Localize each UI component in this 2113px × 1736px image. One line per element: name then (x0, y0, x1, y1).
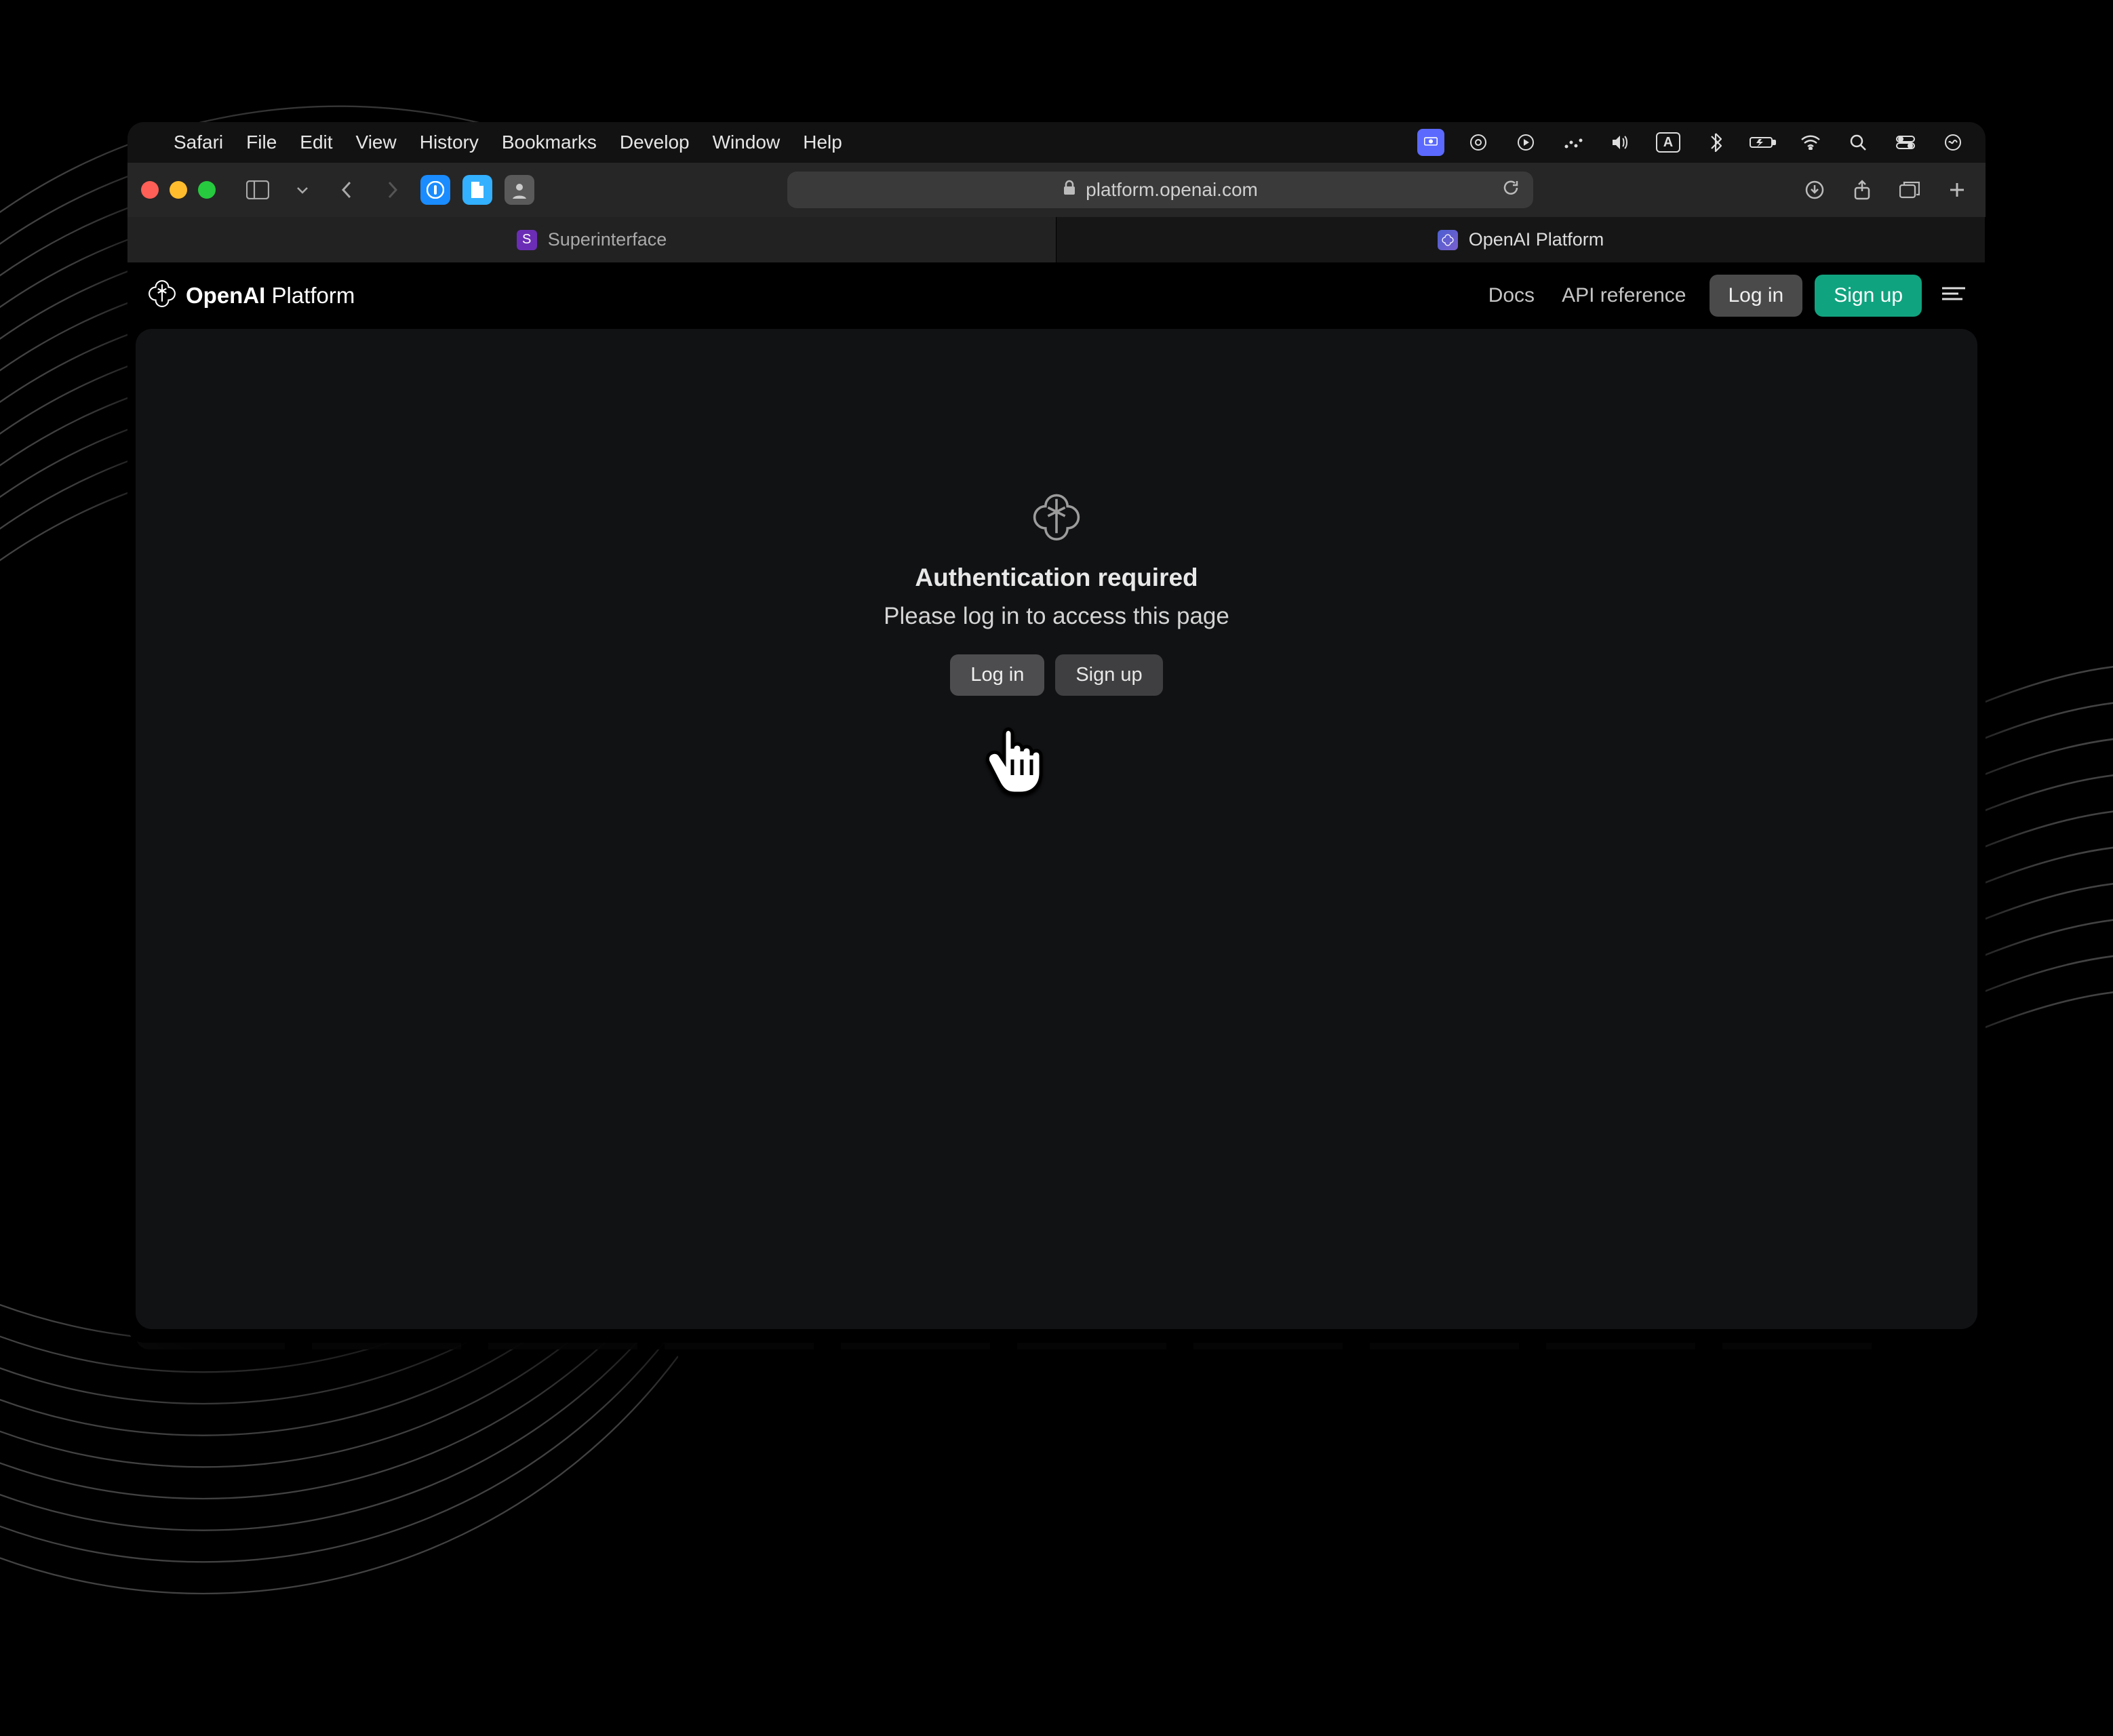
openai-logo-large-icon (1032, 492, 1081, 540)
extension-profile-icon[interactable] (505, 175, 534, 205)
window-controls (141, 181, 216, 199)
status-circle-icon[interactable] (1465, 129, 1492, 156)
lock-icon (1063, 180, 1076, 201)
downloads-icon[interactable] (1800, 175, 1830, 205)
sidebar-toggle-icon[interactable] (241, 174, 274, 206)
extension-1password-icon[interactable] (420, 175, 450, 205)
brand-logo[interactable]: OpenAI Platform (148, 279, 355, 313)
app-name-menu[interactable]: Safari (174, 132, 223, 153)
wifi-icon[interactable] (1797, 129, 1824, 156)
menu-bookmarks[interactable]: Bookmarks (502, 132, 597, 153)
display-arrangement-icon[interactable] (1560, 129, 1587, 156)
reload-icon[interactable] (1502, 179, 1520, 201)
new-tab-icon[interactable] (1942, 175, 1972, 205)
share-icon[interactable] (1847, 175, 1877, 205)
volume-icon[interactable] (1607, 129, 1634, 156)
tab-label: OpenAI Platform (1469, 229, 1604, 250)
close-window-button[interactable] (141, 181, 159, 199)
favicon-superinterface-icon: S (517, 230, 537, 250)
header-login-button[interactable]: Log in (1710, 275, 1803, 317)
tabs-overview-icon[interactable] (1895, 175, 1924, 205)
menu-window[interactable]: Window (713, 132, 781, 153)
tab-openai-platform[interactable]: OpenAI Platform (1056, 217, 1986, 262)
browser-toolbar: platform.openai.com (127, 163, 1986, 217)
auth-subtitle: Please log in to access this page (884, 603, 1229, 630)
header-signup-button[interactable]: Sign up (1815, 275, 1922, 317)
openai-logo-icon (148, 279, 176, 313)
hamburger-menu-icon[interactable] (1942, 285, 1965, 305)
back-button[interactable] (331, 174, 363, 206)
keyboard-input-icon[interactable]: A (1655, 129, 1682, 156)
menu-file[interactable]: File (246, 132, 277, 153)
maximize-window-button[interactable] (198, 181, 216, 199)
nav-api-reference[interactable]: API reference (1562, 284, 1686, 307)
brand-name-light: Platform (272, 283, 355, 308)
address-bar[interactable]: platform.openai.com (787, 172, 1533, 208)
nav-docs[interactable]: Docs (1488, 284, 1535, 307)
favicon-openai-icon (1438, 230, 1458, 250)
address-text: platform.openai.com (1086, 179, 1258, 201)
control-center-icon[interactable] (1892, 129, 1919, 156)
safari-window: Safari File Edit View History Bookmarks … (127, 122, 1986, 1343)
tab-strip: S Superinterface OpenAI Platform (127, 217, 1986, 263)
tab-superinterface[interactable]: S Superinterface (127, 217, 1056, 262)
menu-edit[interactable]: Edit (300, 132, 332, 153)
tab-group-chevron-icon[interactable] (286, 174, 319, 206)
bluetooth-icon[interactable] (1702, 129, 1729, 156)
forward-button (376, 174, 408, 206)
extension-notes-icon[interactable] (462, 175, 492, 205)
menu-history[interactable]: History (420, 132, 479, 153)
page-header: OpenAI Platform Docs API reference Log i… (127, 263, 1986, 328)
menu-develop[interactable]: Develop (620, 132, 690, 153)
tab-label: Superinterface (548, 229, 667, 250)
battery-icon[interactable] (1750, 129, 1777, 156)
menu-view[interactable]: View (356, 132, 397, 153)
macos-menubar: Safari File Edit View History Bookmarks … (127, 122, 1986, 163)
auth-title: Authentication required (915, 564, 1198, 592)
now-playing-icon[interactable] (1512, 129, 1539, 156)
screen-recording-icon[interactable] (1417, 129, 1444, 156)
brand-name-bold: OpenAI (186, 283, 265, 308)
auth-required-panel: Authentication required Please log in to… (136, 492, 1977, 696)
menu-help[interactable]: Help (803, 132, 842, 153)
search-icon[interactable] (1844, 129, 1872, 156)
auth-signup-button[interactable]: Sign up (1055, 654, 1162, 696)
page-content: Authentication required Please log in to… (136, 329, 1977, 1329)
siri-icon[interactable] (1939, 129, 1967, 156)
minimize-window-button[interactable] (170, 181, 187, 199)
auth-login-button[interactable]: Log in (950, 654, 1044, 696)
